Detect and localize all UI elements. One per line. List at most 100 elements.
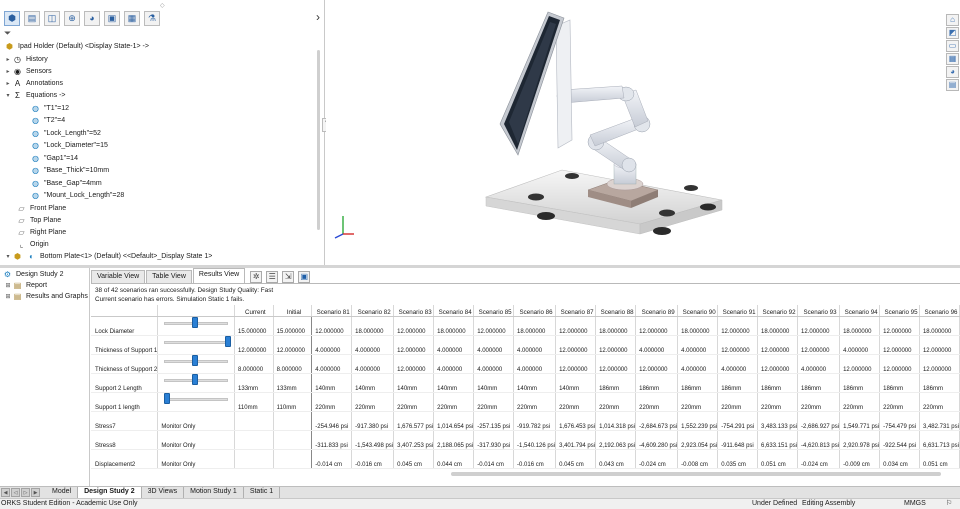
column-header[interactable]: Scenario 92 [757,305,799,317]
first-tab-icon[interactable]: ◀ [1,488,10,497]
slider-track[interactable] [164,340,229,344]
display-manager-tab-icon[interactable]: ◕ [84,10,100,26]
design-checker-tab-icon[interactable]: ⚗ [144,10,160,26]
panel-grip-icon[interactable]: ◇ [160,2,165,9]
units-selector[interactable]: MMGS [904,499,926,509]
tree-root[interactable]: ⬢ Ipad Holder (Default) <Display State-1… [4,40,149,52]
folder-icon[interactable]: ▭ [946,40,959,52]
column-header[interactable]: Scenario 96 [919,305,960,317]
equation-item[interactable]: ◍ "Base_Gap"=4mm [30,177,102,189]
column-header[interactable]: Scenario 85 [473,305,515,317]
chevron-right-icon[interactable]: › [316,10,320,24]
equation-item[interactable]: ◍ "Mount_Lock_Length"=28 [30,189,124,201]
tab-motion-study-1[interactable]: Motion Study 1 [184,487,244,498]
expand-icon[interactable]: ⊞ [4,282,12,289]
equation-item[interactable]: ◍ "Gap1"=14 [30,152,78,164]
column-header[interactable]: Scenario 87 [555,305,597,317]
tree-item-top-plane[interactable]: ▱ Top Plane [16,214,61,226]
table-row: Thickness of Support 2 8.000000 8.000000 4.… [91,354,960,374]
column-header[interactable]: Scenario 91 [717,305,759,317]
equation-item[interactable]: ◍ "T1"=12 [30,102,69,114]
tab-static-1[interactable]: Static 1 [244,487,281,498]
column-header[interactable]: Scenario 81 [311,305,353,317]
expand-icon[interactable]: ▸ [4,80,12,87]
value-slider[interactable] [157,392,236,412]
results-horizontal-scrollbar[interactable] [451,472,941,476]
list-icon[interactable]: ☰ [266,271,279,283]
feature-tree-tab-icon[interactable]: ⬢ [4,10,20,26]
tree-item-origin[interactable]: ⌞ Origin [16,238,49,250]
column-header[interactable]: Initial [273,305,313,317]
value-slider[interactable] [157,335,236,355]
appearance-icon[interactable]: ▦ [946,53,959,65]
column-header[interactable]: Scenario 89 [635,305,679,317]
tree-scrollbar[interactable] [317,50,320,230]
tab-results-view[interactable]: Results View [192,268,246,283]
previous-tab-icon[interactable]: ◁ [11,488,20,497]
collapse-icon[interactable]: ▾ [4,92,12,99]
column-header[interactable]: Scenario 88 [595,305,637,317]
column-header[interactable]: Scenario 86 [513,305,557,317]
study-root[interactable]: ⚙ Design Study 2 [2,269,64,280]
expand-icon[interactable]: ⊞ [4,293,12,300]
property-manager-tab-icon[interactable]: ▤ [24,10,40,26]
expand-icon[interactable]: ▸ [4,68,12,75]
column-header[interactable]: Scenario 82 [351,305,395,317]
slider-thumb[interactable] [191,316,198,328]
tab-design-study-2[interactable]: Design Study 2 [78,487,142,498]
column-header[interactable]: Scenario 84 [433,305,475,317]
last-tab-icon[interactable]: ▶ [31,488,40,497]
column-header[interactable]: Scenario 90 [677,305,719,317]
tab-3d-views[interactable]: 3D Views [142,487,185,498]
scenario-value: 0.045 cm [555,449,597,469]
graphics-viewport[interactable]: ⌂ ◩ ▭ ▦ ◕ ▤ [326,0,960,265]
tree-item-equations[interactable]: ▾ Σ Equations -> [4,89,65,101]
save-icon[interactable]: ▣ [298,271,311,283]
equation-item[interactable]: ◍ "T2"=4 [30,114,65,126]
column-header[interactable]: Scenario 95 [879,305,920,317]
column-header[interactable]: Scenario 94 [839,305,881,317]
settings-icon[interactable]: ✲ [250,271,263,283]
tab-table-view[interactable]: Table View [146,270,192,283]
view-orientation-icon[interactable]: ◩ [946,27,959,39]
tree-item-sensors[interactable]: ▸ ◉ Sensors [4,65,51,77]
tree-item-annotations[interactable]: ▸ A Annotations [4,77,63,89]
slider-thumb[interactable] [164,392,171,404]
slider-track[interactable] [164,397,229,401]
tree-item-bottom-plate[interactable]: ▾ ⬢ ◐ Bottom Plate<1> (Default) <<Defaul… [4,250,212,262]
tree-item-history[interactable]: ▸ ◷ History [4,53,47,65]
tree-item-right-plane[interactable]: ▱ Right Plane [16,226,66,238]
study-item-report[interactable]: ⊞ ▤ Report [4,280,47,291]
value-slider[interactable] [157,316,236,336]
tab-variable-view[interactable]: Variable View [91,270,146,283]
properties-icon[interactable]: ▤ [946,79,959,91]
column-header[interactable]: Scenario 93 [797,305,841,317]
collapse-icon[interactable]: ▾ [4,253,12,260]
scenario-value: -257.135 psi [473,411,515,431]
help-icon[interactable]: ⚐ [946,499,952,509]
scene-icon[interactable]: ◕ [946,66,959,78]
tree-item-front-plane[interactable]: ▱ Front Plane [16,202,66,214]
equation-item[interactable]: ◍ "Lock_Diameter"=15 [30,139,108,151]
column-header[interactable]: Current [234,305,274,317]
next-tab-icon[interactable]: ▷ [21,488,30,497]
monitor-label: Monitor Only [157,430,236,450]
dimxpert-tab-icon[interactable]: ⊕ [64,10,80,26]
filter-icon[interactable]: ⏷ [4,28,11,39]
equation-item[interactable]: ◍ "Base_Thick"=10mm [30,164,109,176]
export-icon[interactable]: ⇲ [282,271,295,283]
configuration-manager-tab-icon[interactable]: ◫ [44,10,60,26]
study-item-results-graphs[interactable]: ⊞ ▤ Results and Graphs [4,291,87,302]
column-header[interactable]: Scenario 83 [393,305,435,317]
slider-thumb[interactable] [225,335,232,347]
value-slider[interactable] [157,354,236,374]
tab-model[interactable]: Model [46,487,79,498]
value-slider[interactable] [157,373,236,393]
slider-thumb[interactable] [191,373,198,385]
simulation-tab-icon[interactable]: ▦ [124,10,140,26]
equation-item[interactable]: ◍ "Lock_Length"=52 [30,127,101,139]
expand-icon[interactable]: ▸ [4,56,12,63]
cam-tab-icon[interactable]: ▣ [104,10,120,26]
home-icon[interactable]: ⌂ [946,14,959,26]
slider-thumb[interactable] [191,354,198,366]
